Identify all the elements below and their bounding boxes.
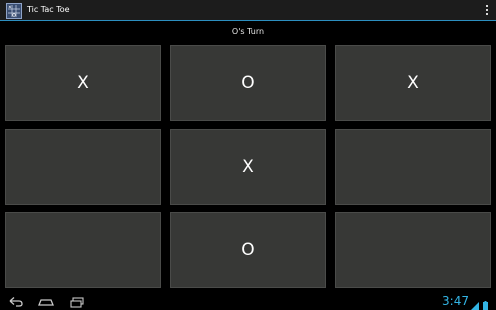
app-window: Tic Tac Toe O's Turn X O X X O 3:47 <box>0 0 496 310</box>
board-cell-r1-c2[interactable]: O <box>170 45 326 121</box>
board-cell-r3-c2[interactable]: O <box>170 212 326 288</box>
board-cell-r3-c1[interactable] <box>5 212 161 288</box>
board-cell-r1-c1[interactable]: X <box>5 45 161 121</box>
clock: 3:47 <box>442 294 469 308</box>
board-cell-r2-c3[interactable] <box>335 129 491 205</box>
system-nav-bar: 3:47 <box>0 292 496 310</box>
recent-apps-icon[interactable] <box>68 294 86 308</box>
battery-icon <box>483 301 488 310</box>
board-cell-r2-c1[interactable] <box>5 129 161 205</box>
wifi-icon <box>471 302 479 310</box>
back-icon[interactable] <box>7 294 25 308</box>
board-cell-r2-c2[interactable]: X <box>170 129 326 205</box>
home-icon[interactable] <box>37 294 55 308</box>
game-board: X O X X O <box>0 0 496 310</box>
board-cell-r3-c3[interactable] <box>335 212 491 288</box>
board-cell-r1-c3[interactable]: X <box>335 45 491 121</box>
status-icons <box>470 296 490 310</box>
